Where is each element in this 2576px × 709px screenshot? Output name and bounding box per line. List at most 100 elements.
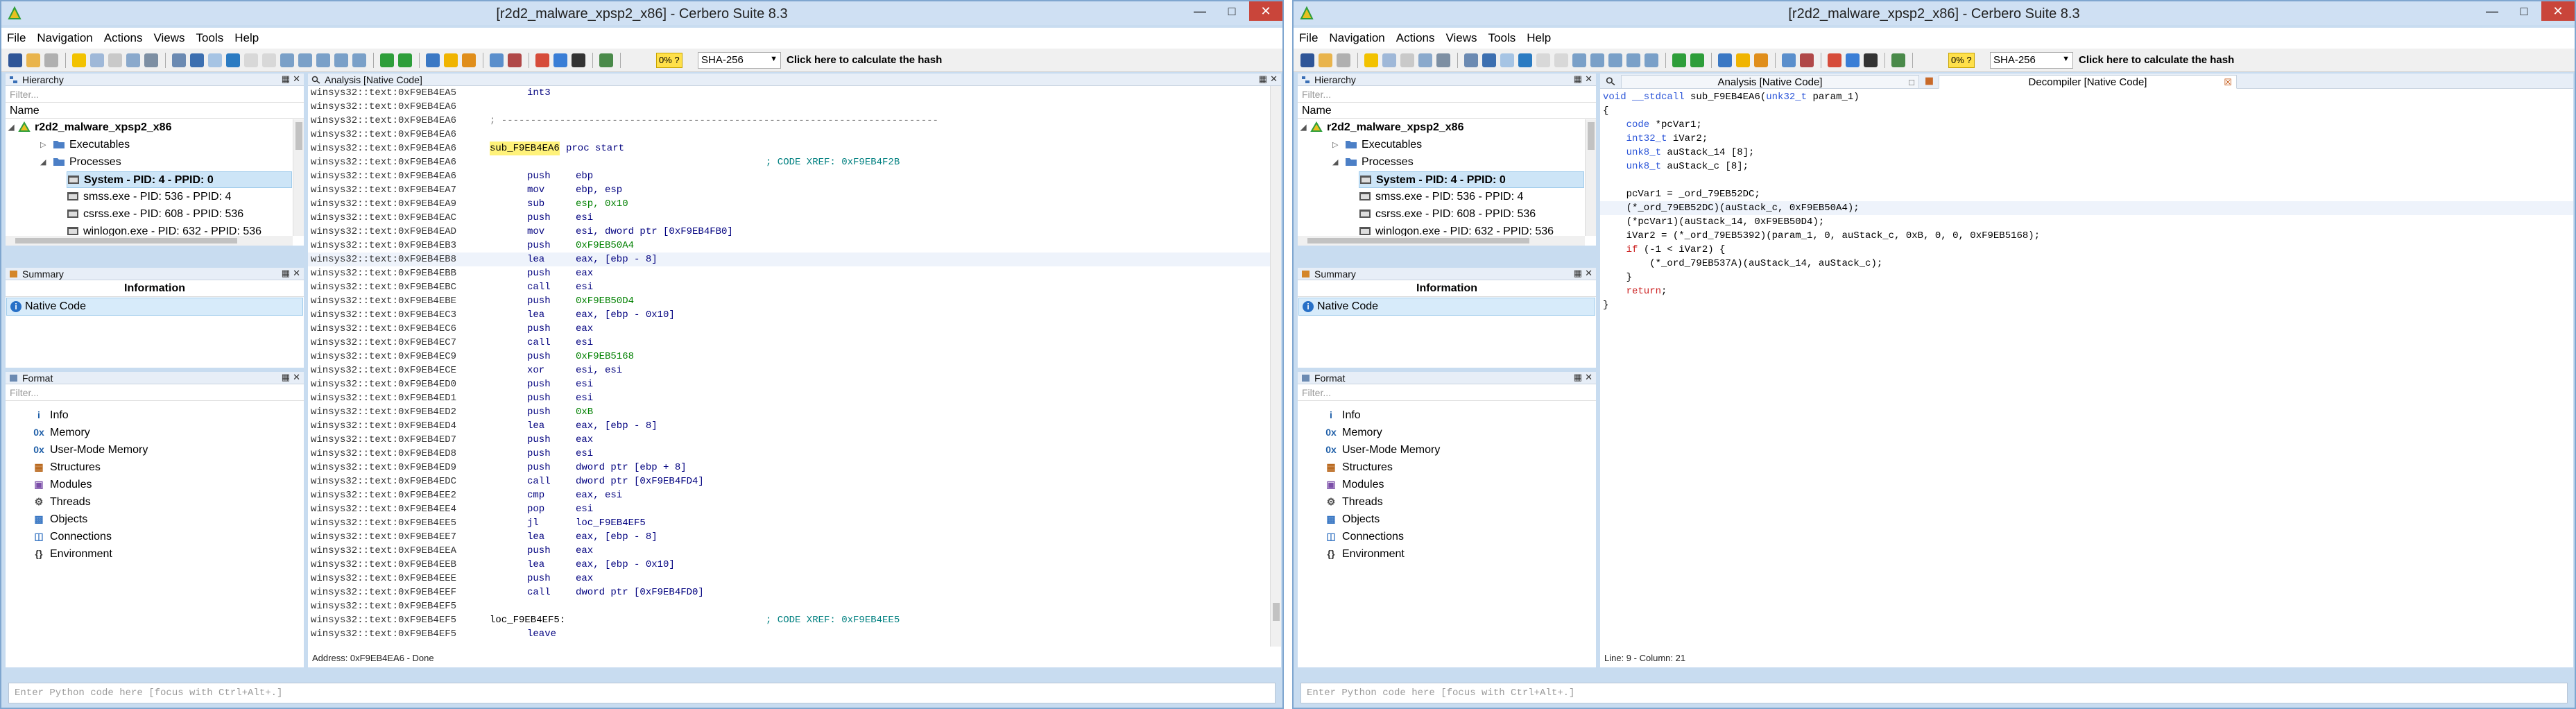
format-filter-input[interactable]: Filter... (1298, 384, 1596, 401)
tree-item-system[interactable]: System - PID: 4 - PPID: 0 (1359, 171, 1584, 188)
code-line[interactable]: } (1600, 298, 2573, 312)
float-icon[interactable]: ▦ (282, 268, 290, 279)
close-icon[interactable]: ✕ (293, 74, 300, 85)
hash-icon[interactable] (1864, 53, 1878, 67)
close-icon[interactable]: ✕ (1585, 372, 1592, 383)
code-line[interactable]: winsys32::text:0xF9EB4EBB push eax (308, 266, 1281, 280)
hash-icon[interactable] (572, 53, 585, 67)
zoom-in-icon[interactable] (1572, 53, 1586, 67)
script-icon[interactable] (1891, 53, 1905, 67)
format-item-info[interactable]: i Info (32, 407, 69, 424)
tab-analysis[interactable]: Analysis [Native Code] □ (1621, 75, 1919, 89)
decompiler-view[interactable]: void __stdcall sub_F9EB4EA6(unk32_t para… (1600, 90, 2573, 647)
tree-item-csrss[interactable]: csrss.exe - PID: 608 - PPID: 536 (1359, 206, 1536, 223)
format-item-threads[interactable]: ⚙ Threads (32, 493, 91, 511)
split-vertical-icon[interactable] (262, 53, 276, 67)
vertical-scrollbar[interactable] (1585, 119, 1596, 236)
format-item-structures[interactable]: ▦ Structures (1324, 459, 1393, 476)
disassembly-view[interactable]: winsys32::text:0xF9EB4EA5 int3winsys32::t… (308, 86, 1281, 647)
code-line[interactable]: winsys32::text:0xF9EB4EB8 lea eax, [ebp - … (308, 253, 1281, 266)
format-item-threads[interactable]: ⚙ Threads (1324, 493, 1383, 511)
tree-item-winlogon[interactable]: winlogon.exe - PID: 632 - PPID: 536 (67, 223, 261, 236)
format-item-objects[interactable]: ▩ Objects (1324, 511, 1380, 528)
expand-icon[interactable]: ▷ (40, 137, 46, 153)
code-line[interactable]: winsys32::text:0xF9EB4EF5 leave (308, 627, 1281, 641)
code-line[interactable]: winsys32::text:0xF9EB4EA5 int3 (308, 86, 1281, 100)
format-item-objects[interactable]: ▩ Objects (32, 511, 87, 528)
hierarchy-filter-input[interactable]: Filter... (1298, 86, 1596, 103)
code-line[interactable]: void __stdcall sub_F9EB4EA6(unk32_t para… (1600, 90, 2573, 104)
hash-algorithm-select[interactable]: SHA-256 ▼ (698, 52, 781, 69)
code-line[interactable]: pcVar1 = _ord_79EB52DC; (1600, 187, 2573, 201)
name-column-header[interactable]: Name (1298, 103, 1596, 119)
code-line[interactable]: winsys32::text:0xF9EB4EDC call dword ptr [… (308, 475, 1281, 488)
code-line[interactable]: winsys32::text:0xF9EB4ED9 push dword ptr [… (308, 461, 1281, 475)
calculate-hash-button[interactable]: Click here to calculate the hash (787, 54, 942, 66)
format-item-connections[interactable]: ◫ Connections (1324, 528, 1404, 545)
close-icon[interactable]: ✕ (293, 268, 300, 279)
menu-actions[interactable]: Actions (1391, 28, 1441, 45)
float-icon[interactable]: ▦ (1259, 74, 1267, 85)
float-icon[interactable]: ▦ (1574, 74, 1582, 85)
star-icon[interactable] (444, 53, 458, 67)
minimize-button[interactable]: — (1184, 1, 1216, 21)
summary-item-native-code[interactable]: i Native Code (6, 298, 303, 316)
menu-file[interactable]: File (1294, 28, 1323, 45)
code-line[interactable]: winsys32::text:0xF9EB4EAD mov esi, dword p… (308, 225, 1281, 239)
code-line[interactable]: (*_ord_79EB537A)(auStack_14, auStack_c); (1600, 257, 2573, 271)
history-icon[interactable] (44, 53, 58, 67)
minimize-button[interactable]: — (2476, 1, 2508, 21)
menu-help[interactable]: Help (229, 28, 264, 45)
code-line[interactable] (1600, 173, 2573, 187)
scroll-thumb[interactable] (295, 122, 302, 150)
summary-item-native-code[interactable]: i Native Code (1298, 298, 1595, 316)
menu-file[interactable]: File (1, 28, 31, 45)
code-line[interactable]: winsys32::text:0xF9EB4ED4 lea eax, [ebp - … (308, 419, 1281, 433)
close-icon[interactable]: ✕ (1585, 268, 1592, 279)
float-icon[interactable]: ▦ (282, 74, 290, 85)
scroll-thumb[interactable] (15, 238, 237, 244)
forward-icon[interactable] (144, 53, 158, 67)
lightning-icon[interactable] (1364, 53, 1378, 67)
code-line[interactable]: winsys32::text:0xF9EB4EA6 ; -------------… (308, 114, 1281, 128)
star-icon[interactable] (1736, 53, 1750, 67)
hash-algorithm-select[interactable]: SHA-256 ▼ (1990, 52, 2073, 69)
maximize-button[interactable]: □ (2508, 1, 2540, 21)
tree-item-smss[interactable]: smss.exe - PID: 536 - PPID: 4 (1359, 189, 1523, 205)
code-line[interactable]: winsys32::text:0xF9EB4EEF call dword ptr [… (308, 586, 1281, 599)
document-icon[interactable] (108, 53, 122, 67)
code-line[interactable]: winsys32::text:0xF9EB4EE2 cmp eax, esi (308, 488, 1281, 502)
tree-item-system[interactable]: System - PID: 4 - PPID: 0 (67, 171, 292, 188)
code-line[interactable]: winsys32::text:0xF9EB4EBE push 0xF9EB50D4 (308, 294, 1281, 308)
split-horizontal-icon[interactable] (244, 53, 258, 67)
zoom-out-icon[interactable] (298, 53, 312, 67)
disk-icon[interactable] (1482, 53, 1496, 67)
code-line[interactable]: winsys32::text:0xF9EB4EA6 sub_F9EB4EA6 pro… (308, 142, 1281, 155)
table-icon[interactable] (1846, 53, 1860, 67)
code-line[interactable]: winsys32::text:0xF9EB4EBC call esi (308, 280, 1281, 294)
code-line[interactable]: winsys32::text:0xF9EB4EA7 mov ebp, esp (308, 183, 1281, 197)
table-icon[interactable] (553, 53, 567, 67)
open-icon[interactable] (26, 53, 40, 67)
format-item-memory[interactable]: 0x Memory (1324, 424, 1382, 441)
zoom-in-icon[interactable] (280, 53, 294, 67)
close-icon[interactable]: ✕ (293, 372, 300, 383)
code-line[interactable]: { (1600, 104, 2573, 118)
close-icon[interactable]: ✕ (1585, 74, 1592, 85)
code-line[interactable]: winsys32::text:0xF9EB4EF5 (308, 599, 1281, 613)
code-line[interactable]: winsys32::text:0xF9EB4EF5 loc_F9EB4EF5: ; … (308, 613, 1281, 627)
tree-item-executables[interactable]: ▷ Executables (40, 137, 130, 153)
window-icon[interactable] (1464, 53, 1478, 67)
code-line[interactable]: winsys32::text:0xF9EB4ECE xor esi, esi (308, 364, 1281, 377)
settings-icon[interactable] (490, 53, 504, 67)
code-line[interactable]: winsys32::text:0xF9EB4EA6 ; CODE XREF: 0x… (308, 155, 1281, 169)
tree-item-smss[interactable]: smss.exe - PID: 536 - PPID: 4 (67, 189, 231, 205)
code-line[interactable]: winsys32::text:0xF9EB4EA6 push ebp (308, 169, 1281, 183)
calculate-hash-button[interactable]: Click here to calculate the hash (2079, 54, 2234, 66)
code-line[interactable]: (*pcVar1)(auStack_14, 0xF9EB50D4); (1600, 215, 2573, 229)
format-item-user-mode-memory[interactable]: 0x User-Mode Memory (1324, 441, 1440, 459)
code-line[interactable]: winsys32::text:0xF9EB4EE7 lea eax, [ebp - … (308, 530, 1281, 544)
edit-icon[interactable] (508, 53, 522, 67)
tools-icon[interactable] (1645, 53, 1658, 67)
format-item-user-mode-memory[interactable]: 0x User-Mode Memory (32, 441, 148, 459)
